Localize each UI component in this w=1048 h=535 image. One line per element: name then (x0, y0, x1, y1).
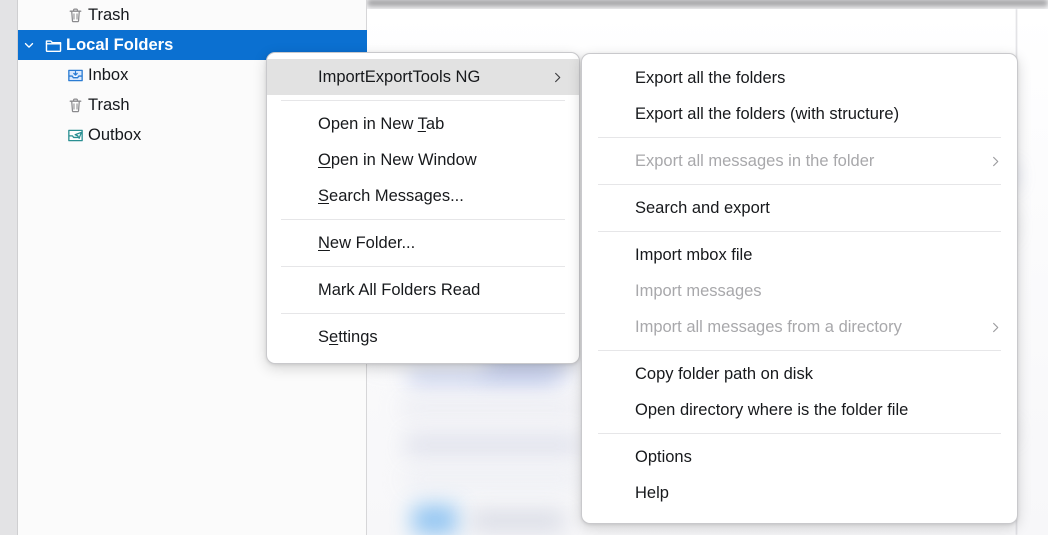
menu-item-export-all-the-folders-with-structure[interactable]: Export all the folders (with structure) (582, 96, 1017, 132)
trash-icon (62, 96, 88, 115)
inbox-icon (62, 66, 88, 85)
menu-item-settings[interactable]: Settings (267, 319, 579, 355)
menu-item-label: Search Messages... (318, 186, 464, 205)
menu-item-import-messages: Import messages (582, 273, 1017, 309)
menu-item-label: New Folder... (318, 233, 416, 252)
menu-separator (598, 231, 1001, 232)
menu-item-label: Settings (318, 327, 378, 346)
menu-separator (598, 433, 1001, 434)
menu-item-label: ImportExportTools NG (318, 67, 481, 86)
menu-item-mark-all-folders-read[interactable]: Mark All Folders Read (267, 272, 579, 308)
folder-tree-item-label: Trash (88, 5, 130, 24)
chevron-right-icon (988, 320, 1003, 335)
menu-item-label: Export all the folders (with structure) (635, 104, 900, 123)
backdrop-blur-block (404, 470, 580, 488)
menu-item-open-in-new-window[interactable]: Open in New Window (267, 142, 579, 178)
menu-separator (598, 137, 1001, 138)
menu-item-label: Open directory where is the folder file (635, 400, 909, 419)
folder-tree-item-label: Local Folders (66, 35, 174, 54)
menu-item-label: Open in New Window (318, 150, 477, 169)
backdrop-blur-block (412, 505, 458, 535)
menu-separator (281, 100, 565, 101)
folder-context-menu: ImportExportTools NG Open in New Tab Open … (266, 52, 580, 364)
menu-item-label: Import messages (635, 281, 762, 300)
menu-item-label: Options (635, 447, 692, 466)
menu-item-export-all-the-folders[interactable]: Export all the folders (582, 60, 1017, 96)
folder-icon (40, 36, 66, 55)
menu-item-importexporttools-ng[interactable]: ImportExportTools NG (267, 59, 579, 95)
trash-icon (62, 6, 88, 25)
chevron-right-icon (550, 70, 565, 85)
menu-item-label: Mark All Folders Read (318, 280, 481, 299)
menu-item-copy-folder-path-on-disk[interactable]: Copy folder path on disk (582, 356, 1017, 392)
importexporttools-ng-submenu: Export all the folders Export all the fol… (581, 53, 1018, 524)
menu-separator (281, 313, 565, 314)
menu-item-label: Import mbox file (635, 245, 753, 264)
menu-item-label: Help (635, 483, 669, 502)
backdrop-toolbar-band (367, 0, 1048, 9)
menu-item-label: Search and export (635, 198, 770, 217)
backdrop-blur-block (400, 400, 580, 416)
menu-item-label: Import all messages from a directory (635, 317, 902, 336)
menu-item-open-directory-where-is-the-folder-file[interactable]: Open directory where is the folder file (582, 392, 1017, 428)
menu-item-open-in-new-tab[interactable]: Open in New Tab (267, 106, 579, 142)
menu-separator (598, 184, 1001, 185)
chevron-down-icon[interactable] (18, 38, 40, 52)
menu-separator (598, 350, 1001, 351)
menu-item-label: Export all the folders (635, 68, 786, 87)
menu-item-search-messages[interactable]: Search Messages... (267, 178, 579, 214)
folder-tree-item-label: Trash (88, 95, 130, 114)
menu-item-import-mbox-file[interactable]: Import mbox file (582, 237, 1017, 273)
menu-item-options[interactable]: Options (582, 439, 1017, 475)
folder-tree-item-label: Inbox (88, 65, 129, 84)
menu-separator (281, 266, 565, 267)
folder-pane-gutter (0, 0, 17, 535)
backdrop-blur-block (470, 510, 566, 532)
menu-item-label: Export all messages in the folder (635, 151, 875, 170)
menu-item-label: Copy folder path on disk (635, 364, 813, 383)
menu-item-search-and-export[interactable]: Search and export (582, 190, 1017, 226)
folder-tree-item-label: Outbox (88, 125, 142, 144)
backdrop-blur-block (404, 432, 580, 458)
folder-tree-item-trash[interactable]: Trash (18, 0, 367, 30)
menu-item-label: Open in New Tab (318, 114, 445, 133)
menu-separator (281, 219, 565, 220)
menu-item-new-folder[interactable]: New Folder... (267, 225, 579, 261)
chevron-right-icon (988, 154, 1003, 169)
menu-item-help[interactable]: Help (582, 475, 1017, 511)
menu-item-export-all-messages-in-the-folder: Export all messages in the folder (582, 143, 1017, 179)
outbox-icon (62, 126, 88, 145)
menu-item-import-all-messages-from-a-directory: Import all messages from a directory (582, 309, 1017, 345)
